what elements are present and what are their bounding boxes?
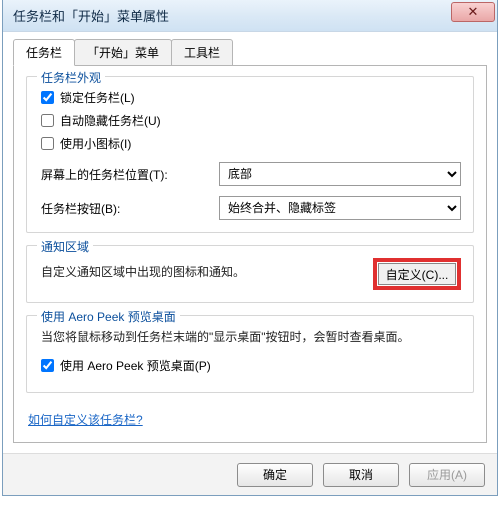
titlebar[interactable]: 任务栏和「开始」菜单属性 ✕ (3, 0, 497, 32)
taskbar-buttons-label: 任务栏按钮(B): (39, 200, 219, 217)
group-appearance: 任务栏外观 锁定任务栏(L) 自动隐藏任务栏(U) 使用小图标(I) 屏幕上的任… (26, 76, 474, 233)
tab-taskbar[interactable]: 任务栏 (13, 39, 75, 66)
aero-peek-label[interactable]: 使用 Aero Peek 预览桌面(P) (60, 357, 211, 374)
aero-peek-checkbox[interactable] (41, 359, 54, 372)
group-aero-peek: 使用 Aero Peek 预览桌面 当您将鼠标移动到任务栏末端的"显示桌面"按钮… (26, 315, 474, 393)
close-icon: ✕ (468, 4, 479, 19)
group-notification: 通知区域 自定义通知区域中出现的图标和通知。 自定义(C)... (26, 245, 474, 303)
tab-panel-taskbar: 任务栏外观 锁定任务栏(L) 自动隐藏任务栏(U) 使用小图标(I) 屏幕上的任… (13, 66, 487, 443)
small-icons-label[interactable]: 使用小图标(I) (60, 135, 131, 152)
group-appearance-title: 任务栏外观 (37, 69, 105, 86)
customize-button[interactable]: 自定义(C)... (378, 263, 456, 285)
aero-peek-desc: 当您将鼠标移动到任务栏末端的"显示桌面"按钮时，会暂时查看桌面。 (39, 328, 461, 347)
row-smallicons: 使用小图标(I) (41, 135, 461, 152)
cancel-button[interactable]: 取消 (323, 463, 399, 487)
small-icons-checkbox[interactable] (41, 137, 54, 150)
taskbar-buttons-select[interactable]: 始终合并、隐藏标签 (219, 196, 461, 220)
close-button[interactable]: ✕ (451, 2, 495, 22)
row-aero-peek: 使用 Aero Peek 预览桌面(P) (41, 357, 461, 374)
notification-row: 自定义通知区域中出现的图标和通知。 自定义(C)... (39, 258, 461, 290)
dialog-button-bar: 确定 取消 应用(A) (3, 453, 497, 495)
row-autohide: 自动隐藏任务栏(U) (41, 112, 461, 129)
lock-taskbar-label[interactable]: 锁定任务栏(L) (60, 89, 135, 106)
ok-button[interactable]: 确定 (237, 463, 313, 487)
content-area: 任务栏 「开始」菜单 工具栏 任务栏外观 锁定任务栏(L) 自动隐藏任务栏(U)… (3, 32, 497, 453)
lock-taskbar-checkbox[interactable] (41, 91, 54, 104)
group-aero-peek-title: 使用 Aero Peek 预览桌面 (37, 308, 180, 325)
row-lock-taskbar: 锁定任务栏(L) (41, 89, 461, 106)
help-link-customize-taskbar[interactable]: 如何自定义该任务栏? (26, 411, 143, 428)
properties-dialog: 任务栏和「开始」菜单属性 ✕ 任务栏 「开始」菜单 工具栏 任务栏外观 锁定任务… (2, 0, 498, 496)
group-notification-title: 通知区域 (37, 238, 93, 255)
row-taskbar-buttons: 任务栏按钮(B): 始终合并、隐藏标签 (39, 196, 461, 220)
autohide-taskbar-label[interactable]: 自动隐藏任务栏(U) (60, 112, 161, 129)
autohide-taskbar-checkbox[interactable] (41, 114, 54, 127)
taskbar-position-select[interactable]: 底部 (219, 162, 461, 186)
customize-highlight: 自定义(C)... (373, 258, 461, 290)
tab-start-menu[interactable]: 「开始」菜单 (74, 39, 172, 66)
tab-toolbars[interactable]: 工具栏 (171, 39, 233, 66)
row-taskbar-position: 屏幕上的任务栏位置(T): 底部 (39, 162, 461, 186)
taskbar-position-label: 屏幕上的任务栏位置(T): (39, 166, 219, 183)
window-title: 任务栏和「开始」菜单属性 (13, 6, 169, 25)
tab-strip: 任务栏 「开始」菜单 工具栏 (13, 38, 487, 66)
apply-button[interactable]: 应用(A) (409, 463, 485, 487)
notification-desc: 自定义通知区域中出现的图标和通知。 (39, 263, 245, 280)
